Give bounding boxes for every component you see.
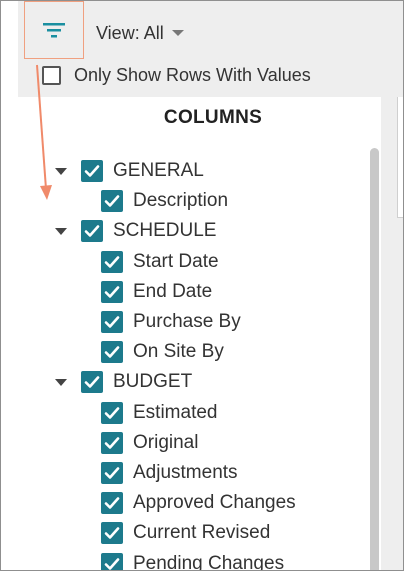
- columns-title: COLUMNS: [163, 107, 263, 128]
- scrollbar[interactable]: [370, 148, 379, 570]
- item-label: Adjustments: [133, 462, 238, 483]
- filter-icon: [43, 23, 65, 38]
- tree-item[interactable]: Description: [101, 188, 228, 214]
- item-label: Original: [133, 431, 199, 453]
- group-checkbox[interactable]: [81, 160, 103, 182]
- only-show-label: Only Show Rows With Values: [74, 64, 311, 85]
- item-checkbox[interactable]: [101, 190, 123, 213]
- tree-item[interactable]: Start Date: [101, 249, 219, 275]
- item-label: Description: [133, 190, 229, 212]
- item-checkbox[interactable]: [101, 462, 123, 484]
- tree-group-general[interactable]: GENERAL: [55, 158, 204, 184]
- column-filter-window: View: All Only Show Rows With Values COL…: [0, 0, 404, 571]
- item-label: Estimated: [133, 401, 218, 423]
- item-checkbox[interactable]: [101, 280, 123, 303]
- item-checkbox[interactable]: [101, 492, 123, 515]
- tree-item[interactable]: Estimated: [101, 400, 217, 426]
- tree-group-budget[interactable]: BUDGET: [55, 369, 192, 395]
- group-label: BUDGET: [113, 371, 193, 393]
- tree-item[interactable]: Approved Changes: [101, 490, 296, 516]
- only-show-checkbox[interactable]: [42, 65, 61, 85]
- item-checkbox[interactable]: [101, 522, 123, 545]
- item-checkbox[interactable]: [101, 552, 123, 570]
- caret-down-icon[interactable]: [55, 167, 67, 175]
- item-label: Current Revised: [133, 522, 271, 544]
- item-label: End Date: [133, 280, 213, 302]
- tree-group-schedule[interactable]: SCHEDULE: [55, 218, 216, 244]
- tree-item[interactable]: Adjustments: [101, 460, 238, 486]
- only-show-rows-toggle[interactable]: Only Show Rows With Values: [42, 63, 311, 87]
- view-label: View: All: [96, 22, 164, 43]
- tree-item[interactable]: End Date: [101, 279, 212, 305]
- left-margin: [1, 1, 18, 570]
- caret-down-icon[interactable]: [55, 378, 67, 386]
- group-label: SCHEDULE: [113, 220, 217, 242]
- tree-item[interactable]: Pending Changes: [101, 551, 285, 571]
- tree-item[interactable]: Current Revised: [101, 520, 270, 546]
- group-label: GENERAL: [113, 160, 204, 181]
- caret-down-icon[interactable]: [55, 227, 67, 235]
- tree-item[interactable]: Original: [101, 430, 198, 456]
- item-label: Start Date: [133, 250, 219, 272]
- item-checkbox[interactable]: [101, 311, 123, 333]
- item-label: Approved Changes: [133, 492, 296, 514]
- chevron-down-icon: [171, 30, 184, 36]
- group-checkbox[interactable]: [81, 220, 103, 243]
- item-checkbox[interactable]: [101, 250, 123, 273]
- item-checkbox[interactable]: [101, 431, 123, 454]
- view-selector[interactable]: View: All: [96, 21, 184, 45]
- group-checkbox[interactable]: [81, 371, 103, 394]
- filter-button[interactable]: [24, 1, 84, 59]
- item-checkbox[interactable]: [101, 341, 123, 364]
- item-checkbox[interactable]: [101, 401, 123, 424]
- item-label: On Site By: [133, 341, 224, 363]
- tree-item[interactable]: Purchase By: [101, 309, 241, 335]
- item-label: Pending Changes: [133, 552, 285, 571]
- item-label: Purchase By: [133, 311, 241, 332]
- tree-item[interactable]: On Site By: [101, 339, 224, 365]
